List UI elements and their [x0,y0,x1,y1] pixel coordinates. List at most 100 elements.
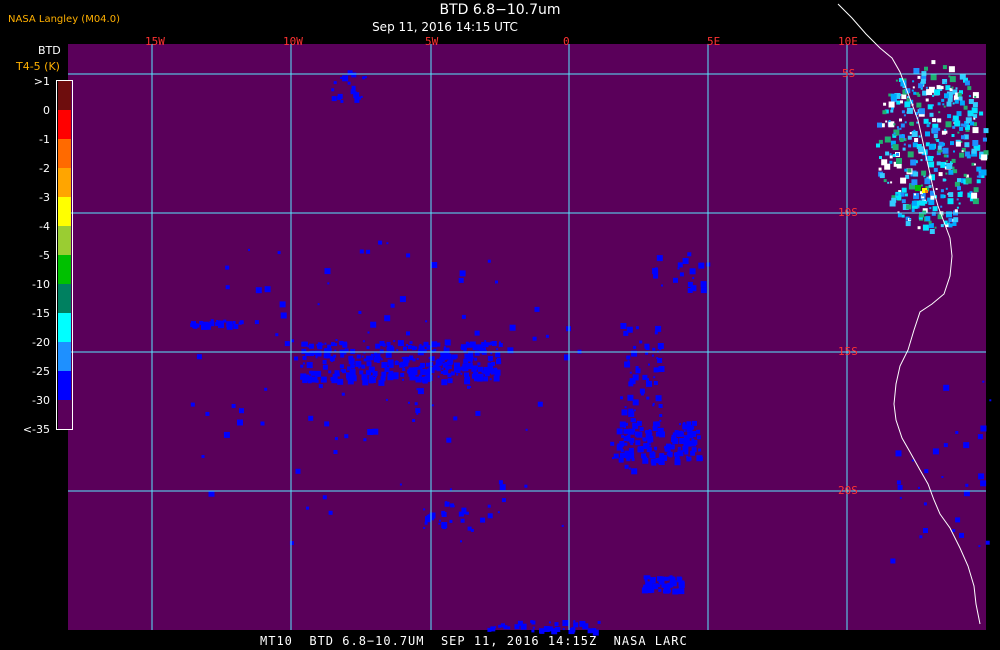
cloud-pixel [658,366,665,372]
cloud-pixel [465,511,469,515]
storm-pixel [904,168,908,172]
cloud-pixel [358,366,361,369]
cloud-pixel [629,371,632,374]
cloud-pixel [642,437,646,441]
cloud-pixel [374,355,377,357]
cloud-pixel [696,435,701,440]
cloud-pixel [381,371,387,377]
cloud-pixel [490,341,493,344]
storm-pixel [931,60,936,65]
storm-pixel [889,200,896,207]
storm-pixel [963,124,967,128]
storm-pixel [945,121,952,128]
cloud-pixel [407,369,411,373]
storm-pixel [928,161,935,168]
cloud-pixel [306,362,313,369]
storm-pixel [951,134,955,137]
cloud-pixel [562,620,569,626]
cloud-pixel [663,589,667,594]
cloud-pixel [447,373,452,378]
cloud-pixel [331,342,335,347]
storm-pixel [878,139,883,144]
cloud-pixel [573,622,579,628]
cloud-pixel [328,370,332,374]
storm-pixel [955,141,961,147]
cloud-pixel [647,440,650,443]
satellite-map [68,3,992,636]
cloud-pixel [548,621,551,624]
storm-pixel [888,121,895,128]
storm-pixel [956,198,959,201]
cloud-pixel [692,277,695,280]
storm-pixel [917,75,921,79]
cloud-pixel [448,366,452,369]
storm-pixel [934,89,941,96]
colorbar-segment [58,139,71,168]
cloud-pixel [700,287,707,294]
cloud-pixel [634,431,639,436]
cloud-pixel [691,441,697,447]
cloud-pixel [659,348,662,351]
storm-pixel [911,179,918,186]
cloud-pixel [453,354,458,359]
cloud-pixel [628,467,631,470]
cloud-pixel [648,363,650,366]
storm-pixel [912,80,915,83]
colorbar-label: >1 [33,75,50,88]
storm-pixel [896,100,901,105]
cloud-pixel [342,75,349,82]
cloud-pixel [978,473,985,480]
cloud-pixel [218,320,221,323]
cloud-pixel [652,404,655,407]
storm-pixel [952,119,955,122]
cloud-pixel [359,370,364,375]
storm-pixel [925,131,930,137]
cloud-pixel [260,421,265,426]
storm-pixel [929,229,935,234]
storm-pixel [957,186,961,191]
cloud-pixel [655,325,662,332]
cloud-pixel [483,342,489,348]
cloud-pixel [337,95,342,100]
cloud-pixel [385,398,388,401]
colorbar-label: -20 [32,336,50,349]
colorbar-segment [58,81,71,110]
storm-pixel [968,95,971,98]
cloud-pixel [631,468,638,475]
storm-pixel [904,121,907,124]
storm-pixel [958,96,963,101]
storm-pixel [913,171,919,177]
cloud-pixel [400,372,405,377]
storm-pixel [929,112,934,117]
storm-pixel [914,193,916,196]
cloud-pixel [692,426,695,429]
cloud-pixel [514,624,520,630]
cloud-pixel [337,378,344,385]
cloud-pixel [356,354,361,359]
storm-pixel [951,158,956,163]
storm-pixel [954,120,961,127]
cloud-pixel [635,326,639,330]
cloud-pixel [294,356,299,361]
cloud-pixel [530,620,534,624]
cloud-pixel [679,272,684,277]
cloud-pixel [300,364,304,368]
cloud-pixel [632,422,639,429]
storm-pixel [946,163,953,169]
cloud-pixel [461,314,466,319]
colorbar-segment [58,226,71,255]
storm-pixel [981,154,988,161]
cloud-pixel [646,435,650,440]
cloud-pixel [322,364,328,370]
storm-pixel [898,93,901,96]
cloud-pixel [499,341,501,344]
cloud-pixel [644,456,647,460]
cloud-pixel [696,429,701,434]
cloud-pixel [639,340,643,344]
cloud-pixel [678,582,685,588]
lon-label-5w: 5W [425,35,439,48]
storm-pixel [905,221,911,227]
cloud-pixel [672,432,677,437]
cloud-pixel [985,540,990,545]
cloud-pixel [460,518,465,523]
